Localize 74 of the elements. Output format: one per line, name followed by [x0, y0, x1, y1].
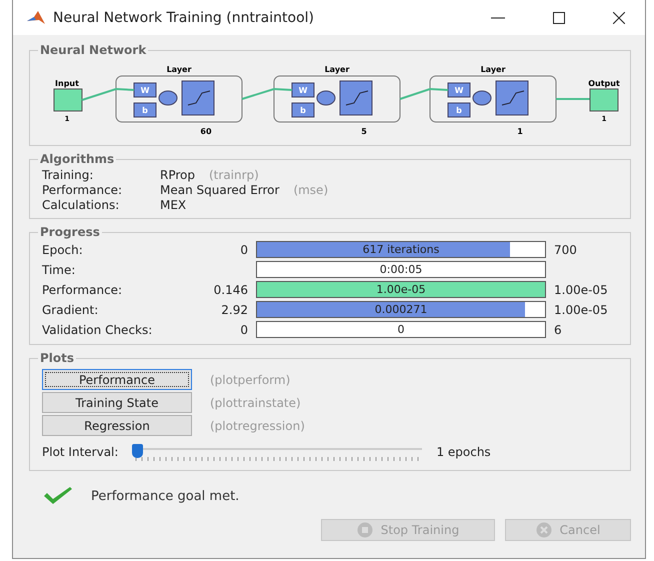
transfer-function-icon	[496, 80, 528, 116]
progress-label: Gradient:	[42, 302, 100, 316]
output-label: Output	[588, 79, 620, 88]
end-value: 700	[554, 242, 578, 256]
input-node	[54, 88, 82, 112]
bias-block	[292, 102, 314, 118]
transfer-function-icon	[340, 80, 372, 116]
algorithm-label: Performance:	[42, 183, 124, 197]
progress-label: Time:	[42, 262, 76, 276]
start-value: 0	[239, 242, 248, 256]
transfer-function-icon	[182, 80, 214, 116]
weight-block	[448, 82, 470, 98]
weight-symbol: W	[140, 86, 150, 95]
bar-text: 1.00e-05	[376, 283, 426, 296]
stop-icon	[356, 522, 373, 538]
layer-label: Layer	[480, 65, 506, 74]
end-value: 1.00e-05	[554, 302, 609, 316]
algorithm-label: Training:	[42, 168, 94, 182]
panel-legend: Progress	[38, 225, 102, 239]
layer-size: 1	[517, 127, 523, 136]
plot-button[interactable]: Regression	[42, 415, 192, 436]
progress-label: Epoch:	[42, 242, 84, 256]
bar-text: 617 iterations	[362, 243, 440, 256]
layer-label: Layer	[166, 65, 192, 74]
panel-legend: Plots	[38, 351, 76, 365]
close-icon[interactable]	[613, 12, 625, 24]
algorithm-value: MEX	[160, 198, 186, 212]
bias-symbol: b	[300, 106, 306, 115]
function-name: (mse)	[293, 183, 328, 197]
sum-node	[472, 90, 492, 106]
algorithm-value: Mean Squared Error	[160, 183, 280, 197]
logo-icon	[27, 10, 45, 24]
layer-label: Layer	[324, 65, 350, 74]
cancel-icon	[536, 522, 552, 538]
end-value: 1.00e-05	[554, 282, 609, 296]
layer-size: 5	[361, 127, 367, 136]
function-name: (plotperform)	[210, 372, 290, 386]
checkmark-icon	[43, 487, 73, 505]
progress-label: Validation Checks:	[42, 322, 154, 336]
bias-block	[448, 102, 470, 118]
input-label: Input	[55, 79, 79, 88]
algorithm-label: Calculations:	[42, 198, 120, 212]
weight-block	[292, 82, 314, 98]
plot-button[interactable]: Performance	[42, 369, 192, 390]
bar-text: 0.000271	[374, 303, 428, 316]
slider-label: Plot Interval:	[42, 445, 118, 459]
window-title: Neural Network Training (nntraintool)	[53, 10, 315, 26]
maximize-icon[interactable]	[553, 12, 565, 24]
function-name: (plotregression)	[210, 418, 305, 432]
plot-button[interactable]: Training State	[42, 392, 192, 413]
bias-symbol: b	[142, 106, 148, 115]
output-node	[590, 88, 618, 112]
function-name: (plottrainstate)	[210, 396, 301, 410]
bias-block	[134, 102, 156, 118]
slider-reading: 1 epochs	[436, 445, 491, 459]
panel-legend: Algorithms	[38, 152, 116, 166]
interval-slider[interactable]	[132, 442, 422, 462]
function-name: (trainrp)	[209, 168, 259, 182]
sum-node	[316, 90, 336, 106]
weight-block	[134, 82, 156, 98]
weight-symbol: W	[298, 86, 308, 95]
progress-label: Performance:	[42, 282, 124, 296]
panel-legend: Neural Network	[38, 43, 148, 57]
weight-symbol: W	[454, 86, 464, 95]
slider-thumb[interactable]	[132, 444, 144, 458]
start-value: 2.92	[220, 302, 248, 316]
layer-size: 60	[200, 127, 212, 136]
status-message: Performance goal met.	[91, 488, 240, 504]
end-value: 6	[554, 322, 563, 336]
start-value: 0	[239, 322, 248, 336]
algorithm-value: RProp	[160, 168, 195, 182]
bias-symbol: b	[456, 106, 462, 115]
sum-node	[158, 90, 178, 106]
start-value: 0.146	[212, 282, 248, 296]
